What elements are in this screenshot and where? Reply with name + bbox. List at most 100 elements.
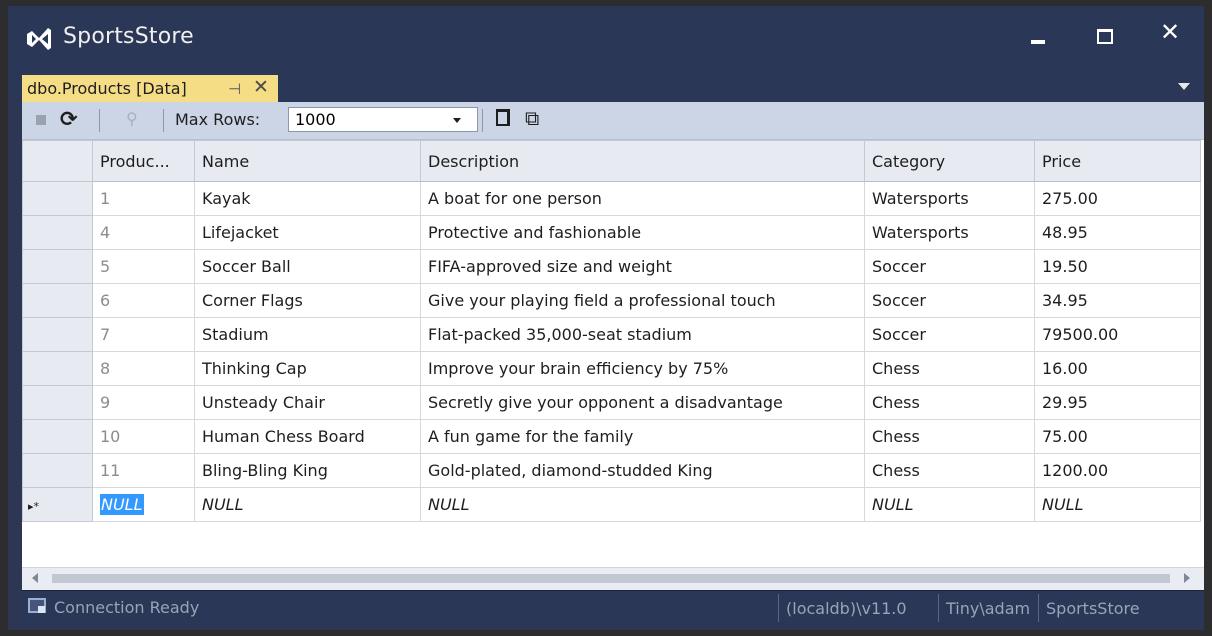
- close-icon: ✕: [1160, 18, 1181, 46]
- table-cell[interactable]: Watersports: [864, 215, 1035, 250]
- column-header[interactable]: Produc...: [92, 140, 195, 182]
- table-cell[interactable]: Kayak: [194, 181, 421, 216]
- table-row: 4 Lifejacket Protective and fashionable Wat…: [22, 215, 1201, 250]
- chevron-down-icon[interactable]: [453, 118, 461, 123]
- results-table: Produc... Name Description Category Pric…: [22, 140, 1201, 522]
- table-cell[interactable]: NULL: [1034, 487, 1201, 522]
- selected-cell-text: NULL: [100, 494, 144, 515]
- row-header[interactable]: [22, 181, 93, 216]
- table-cell[interactable]: 6: [92, 283, 195, 318]
- table-cell[interactable]: Watersports: [864, 181, 1035, 216]
- table-cell[interactable]: Chess: [864, 351, 1035, 386]
- row-header-corner[interactable]: [22, 140, 93, 182]
- table-cell[interactable]: Chess: [864, 419, 1035, 454]
- table-cell[interactable]: Soccer Ball: [194, 249, 421, 284]
- table-cell[interactable]: Bling-Bling King: [194, 453, 421, 488]
- table-cell[interactable]: 10: [92, 419, 195, 454]
- table-cell[interactable]: NULL: [92, 487, 195, 522]
- table-cell[interactable]: NULL: [864, 487, 1035, 522]
- max-rows-select[interactable]: [288, 107, 478, 132]
- scrollbar-thumb[interactable]: [52, 574, 1170, 583]
- tab-products-data[interactable]: dbo.Products [Data] ⊣ ✕: [22, 75, 278, 102]
- refresh-icon[interactable]: ⟳: [60, 107, 78, 131]
- table-cell[interactable]: Improve your brain efficiency by 75%: [420, 351, 865, 386]
- row-header[interactable]: [22, 453, 93, 488]
- max-rows-label: Max Rows:: [175, 110, 261, 129]
- row-header[interactable]: [22, 351, 93, 386]
- table-cell[interactable]: 9: [92, 385, 195, 420]
- row-header[interactable]: [22, 283, 93, 318]
- table-cell[interactable]: 48.95: [1034, 215, 1201, 250]
- table-cell[interactable]: Give your playing field a professional t…: [420, 283, 865, 318]
- copy-icon[interactable]: ⧉: [525, 106, 539, 130]
- filter-icon[interactable]: ⚲: [126, 109, 138, 128]
- minimize-button[interactable]: [1020, 18, 1056, 54]
- table-cell[interactable]: 7: [92, 317, 195, 352]
- row-header[interactable]: [22, 215, 93, 250]
- table-cell[interactable]: Lifejacket: [194, 215, 421, 250]
- column-header[interactable]: Price: [1034, 140, 1201, 182]
- table-row: 10 Human Chess Board A fun game for the fa…: [22, 419, 1201, 454]
- close-window-button[interactable]: ✕: [1154, 18, 1190, 54]
- table-cell[interactable]: Protective and fashionable: [420, 215, 865, 250]
- table-cell[interactable]: 1200.00: [1034, 453, 1201, 488]
- connection-icon: [28, 598, 46, 613]
- visual-studio-logo-icon: [27, 28, 51, 50]
- table-cell[interactable]: Human Chess Board: [194, 419, 421, 454]
- table-row: 1 Kayak A boat for one person Watersports 27…: [22, 181, 1201, 216]
- row-header[interactable]: [22, 317, 93, 352]
- row-header[interactable]: [22, 419, 93, 454]
- title-bar: SportsStore ✕: [8, 6, 1204, 68]
- status-bar: Connection Ready (localdb)\v11.0 Tiny\ad…: [22, 590, 1204, 625]
- table-cell[interactable]: Thinking Cap: [194, 351, 421, 386]
- table-cell[interactable]: NULL: [194, 487, 421, 522]
- table-cell[interactable]: Flat-packed 35,000-seat stadium: [420, 317, 865, 352]
- table-cell[interactable]: Stadium: [194, 317, 421, 352]
- table-cell[interactable]: A boat for one person: [420, 181, 865, 216]
- table-row: 5 Soccer Ball FIFA-approved size and weigh…: [22, 249, 1201, 284]
- scroll-right-icon[interactable]: [1184, 573, 1190, 583]
- pin-icon[interactable]: ⊣: [228, 80, 241, 98]
- toolbar-separator: [99, 109, 100, 132]
- table-cell[interactable]: Corner Flags: [194, 283, 421, 318]
- app-window: SportsStore ✕ dbo.Products [Data] ⊣ ✕ ⟳ …: [8, 6, 1204, 630]
- table-cell[interactable]: Soccer: [864, 283, 1035, 318]
- table-cell[interactable]: Chess: [864, 385, 1035, 420]
- table-cell[interactable]: 34.95: [1034, 283, 1201, 318]
- column-header[interactable]: Category: [864, 140, 1035, 182]
- table-cell[interactable]: 275.00: [1034, 181, 1201, 216]
- table-cell[interactable]: 79500.00: [1034, 317, 1201, 352]
- row-header[interactable]: [22, 385, 93, 420]
- column-header[interactable]: Description: [420, 140, 865, 182]
- table-cell[interactable]: 4: [92, 215, 195, 250]
- database-name: SportsStore: [1038, 594, 1204, 622]
- table-cell[interactable]: 19.50: [1034, 249, 1201, 284]
- table-cell[interactable]: 5: [92, 249, 195, 284]
- tab-list-dropdown-icon[interactable]: [1178, 83, 1190, 90]
- tab-close-icon[interactable]: ✕: [253, 76, 269, 98]
- table-cell[interactable]: Soccer: [864, 317, 1035, 352]
- table-cell[interactable]: FIFA-approved size and weight: [420, 249, 865, 284]
- table-cell[interactable]: Unsteady Chair: [194, 385, 421, 420]
- horizontal-scrollbar[interactable]: [22, 567, 1204, 590]
- table-cell[interactable]: A fun game for the family: [420, 419, 865, 454]
- minimize-icon: [1031, 40, 1045, 44]
- table-cell[interactable]: 75.00: [1034, 419, 1201, 454]
- table-cell[interactable]: Soccer: [864, 249, 1035, 284]
- scroll-left-icon[interactable]: [32, 573, 38, 583]
- table-cell[interactable]: NULL: [420, 487, 865, 522]
- stop-icon[interactable]: [36, 115, 46, 125]
- maximize-button[interactable]: [1086, 18, 1122, 54]
- table-cell[interactable]: 29.95: [1034, 385, 1201, 420]
- table-cell[interactable]: 1: [92, 181, 195, 216]
- table-cell[interactable]: 8: [92, 351, 195, 386]
- script-icon[interactable]: [496, 109, 510, 126]
- table-cell[interactable]: Gold-plated, diamond-studded King: [420, 453, 865, 488]
- table-cell[interactable]: Secretly give your opponent a disadvanta…: [420, 385, 865, 420]
- table-cell[interactable]: Chess: [864, 453, 1035, 488]
- row-header[interactable]: ▸*: [22, 487, 93, 522]
- row-header[interactable]: [22, 249, 93, 284]
- table-cell[interactable]: 11: [92, 453, 195, 488]
- table-cell[interactable]: 16.00: [1034, 351, 1201, 386]
- column-header[interactable]: Name: [194, 140, 421, 182]
